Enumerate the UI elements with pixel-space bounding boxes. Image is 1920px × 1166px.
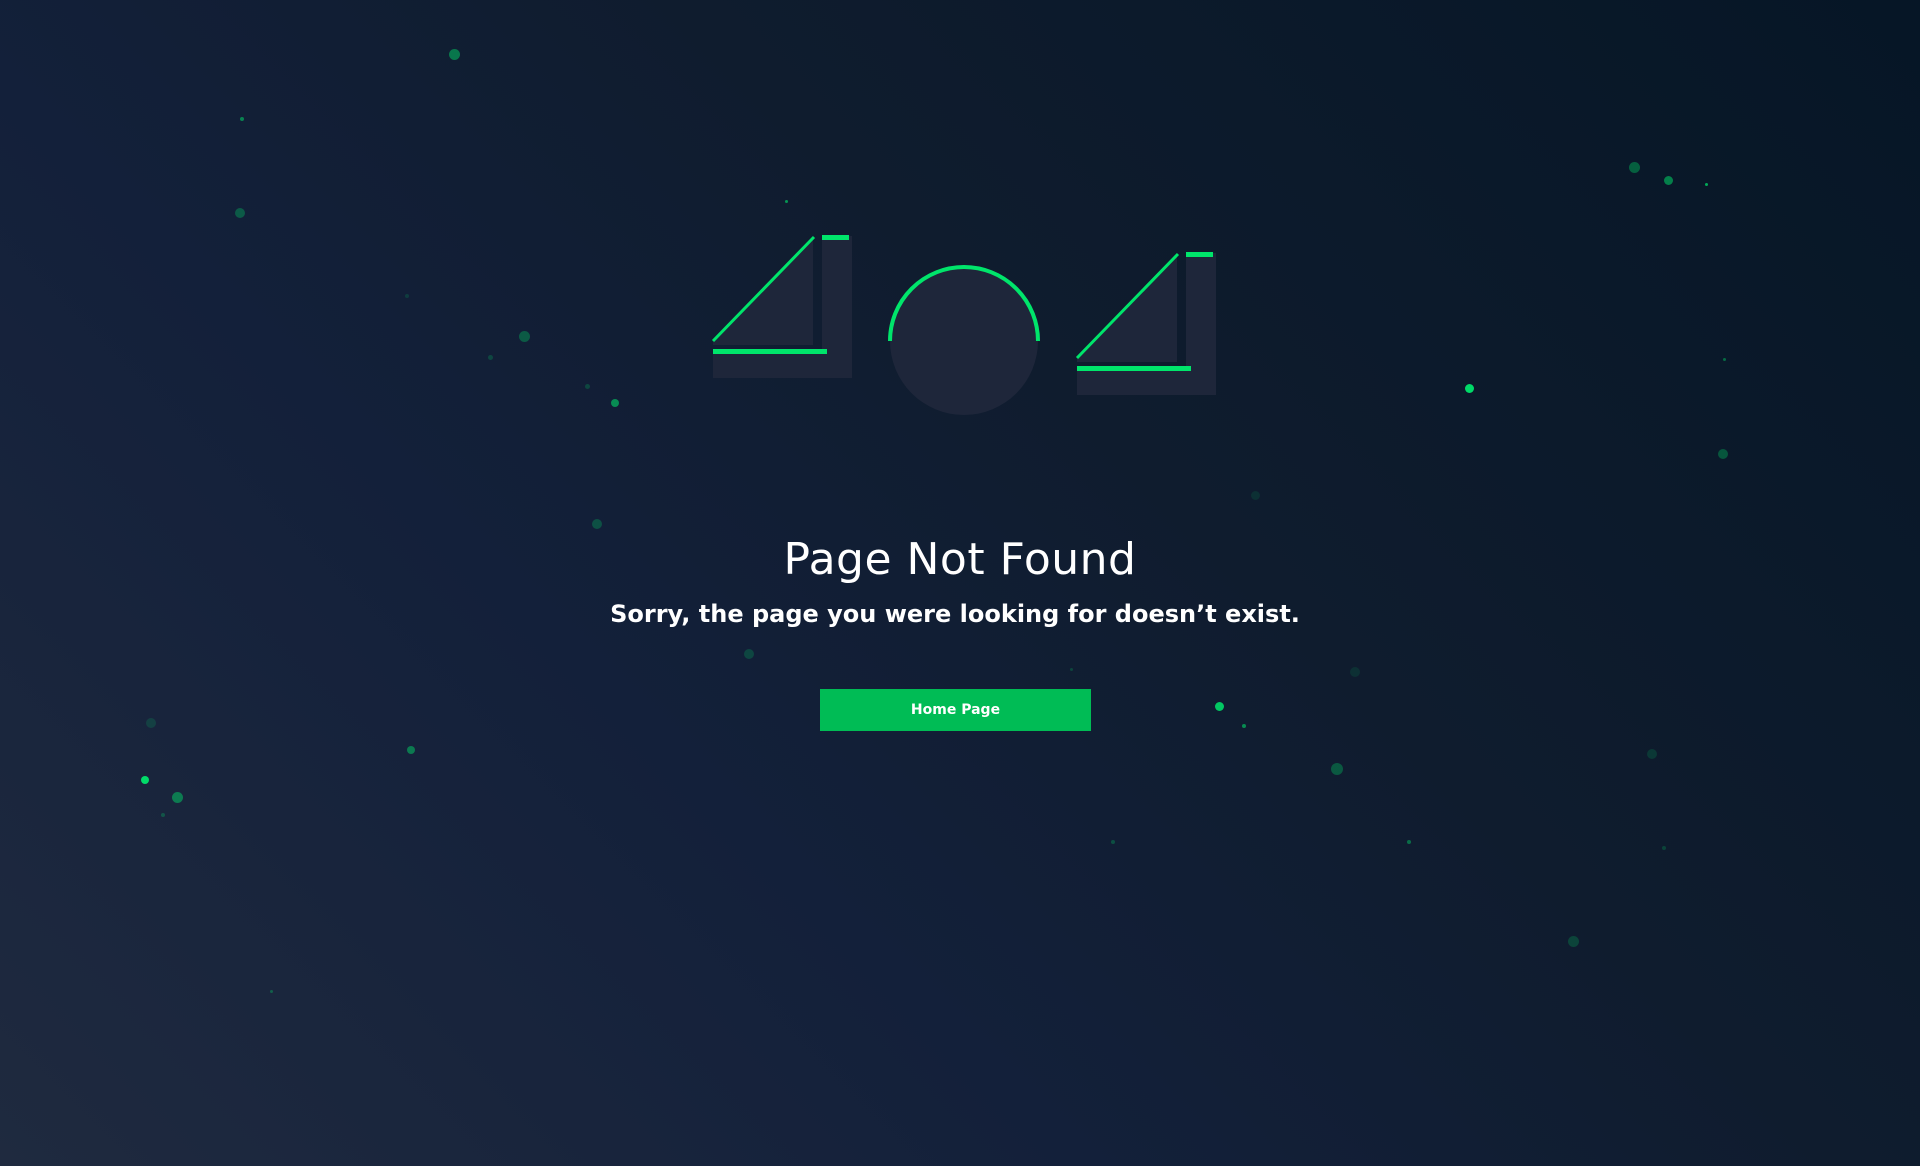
page-title: Page Not Found bbox=[783, 534, 1137, 585]
star-particle bbox=[1663, 175, 1673, 185]
error-message: Sorry, the page you were looking for doe… bbox=[610, 600, 1300, 628]
star-particle bbox=[141, 776, 149, 784]
star-particle bbox=[448, 48, 460, 60]
star-particle bbox=[1111, 840, 1115, 844]
star-particle bbox=[1350, 667, 1360, 677]
star-particle bbox=[1242, 724, 1246, 728]
star-particle bbox=[171, 791, 183, 803]
digit-four-right bbox=[1075, 252, 1216, 395]
star-particle bbox=[240, 117, 244, 121]
star-particle bbox=[1718, 449, 1728, 459]
star-particle bbox=[407, 746, 415, 754]
star-particle bbox=[269, 989, 273, 993]
star-particle bbox=[1069, 667, 1073, 671]
star-particle bbox=[405, 294, 409, 298]
star-particle bbox=[611, 399, 619, 407]
star-particle bbox=[744, 649, 754, 659]
star-particle bbox=[1704, 182, 1708, 186]
star-particle bbox=[592, 519, 602, 529]
star-particle bbox=[487, 354, 493, 360]
star-particle bbox=[1647, 749, 1657, 759]
star-particle bbox=[1250, 490, 1260, 500]
star-particle bbox=[146, 718, 156, 728]
star-particle bbox=[584, 383, 590, 389]
star-particle bbox=[518, 330, 530, 342]
star-particle bbox=[1628, 161, 1640, 173]
home-page-button[interactable]: Home Page bbox=[820, 689, 1091, 731]
star-particle bbox=[1722, 357, 1726, 361]
star-particle bbox=[1214, 701, 1224, 711]
digit-four-left bbox=[711, 235, 852, 378]
star-particle bbox=[784, 199, 788, 203]
digit-zero-circle bbox=[888, 265, 1040, 415]
star-particle bbox=[1407, 840, 1411, 844]
star-particle bbox=[1662, 846, 1666, 850]
star-particle bbox=[1331, 763, 1343, 775]
star-particle bbox=[1567, 935, 1579, 947]
star-particle bbox=[1464, 383, 1474, 393]
star-particle bbox=[235, 208, 245, 218]
error-404-illustration bbox=[711, 235, 1216, 415]
star-particle bbox=[161, 813, 165, 817]
